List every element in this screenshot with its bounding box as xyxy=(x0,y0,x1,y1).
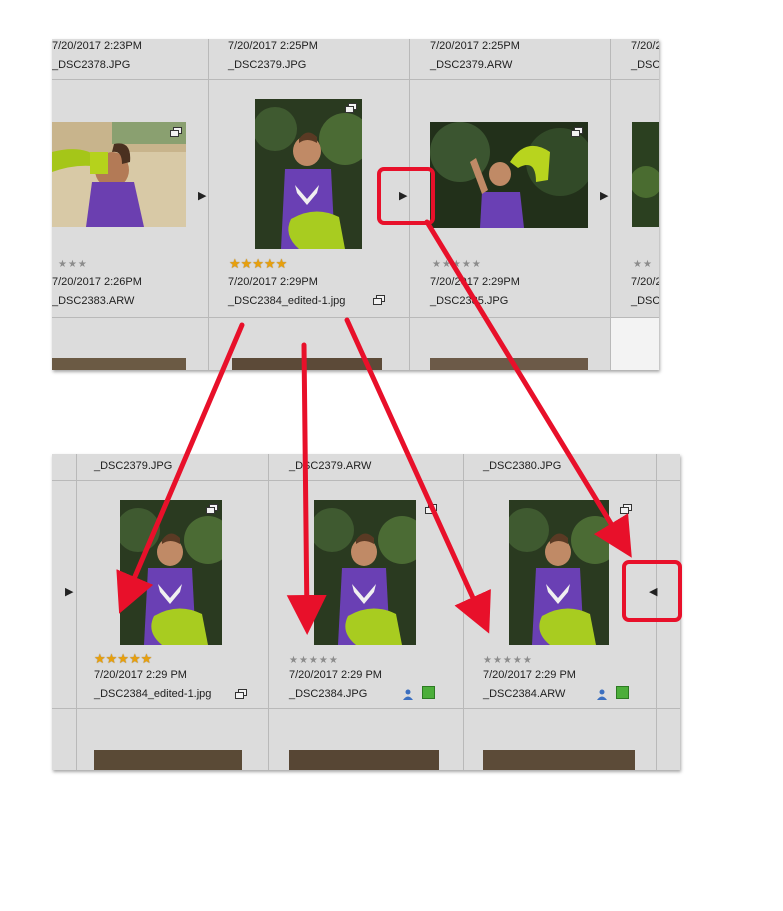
photo-thumbnail[interactable] xyxy=(232,358,382,370)
photo-date: 7/20/2017 2:29 PM xyxy=(94,669,187,681)
photo-date: 7/20/2017 2:25PM xyxy=(430,40,520,52)
star-rating[interactable]: ★★ xyxy=(633,259,653,271)
grid-divider xyxy=(52,79,659,80)
photo-filename: _DSC2384_edited-1.jpg xyxy=(228,295,346,307)
photo-thumbnail[interactable] xyxy=(430,358,588,370)
photo-filename: _DSC2384.ARW xyxy=(483,688,566,700)
photo-date: 7/20/2017 2:23PM xyxy=(52,40,142,52)
photo-filename: _DSC2379.ARW xyxy=(430,59,513,71)
expand-stack-arrow-icon[interactable]: ▶ xyxy=(600,190,608,202)
star-rating[interactable]: ★★★★★ xyxy=(94,652,152,665)
star-rating[interactable]: ★★★★★ xyxy=(289,655,339,667)
empty-cell xyxy=(611,318,659,370)
stack-icon xyxy=(170,127,182,137)
photo-filename: _DSC2383.ARW xyxy=(52,295,135,307)
grid-divider xyxy=(208,39,209,370)
grid-divider xyxy=(52,317,659,318)
photo-date: 7/20/2017 2:25PM xyxy=(228,40,318,52)
photo-date: 7/20/20 xyxy=(631,40,659,52)
photo-date: 7/20/2017 2:29PM xyxy=(228,276,318,288)
stack-icon xyxy=(620,504,632,514)
photo-date: 7/20/2017 xyxy=(631,276,659,288)
photo-filename: _DSC2379.ARW xyxy=(289,460,372,472)
stack-icon xyxy=(425,504,437,514)
photo-date: 7/20/2017 2:29 PM xyxy=(289,669,382,681)
grid-divider xyxy=(52,480,680,481)
photo-date: 7/20/2017 2:26PM xyxy=(52,276,142,288)
star-rating[interactable]: ★★★★★ xyxy=(432,259,482,271)
people-icon xyxy=(596,687,607,700)
expand-stack-arrow-icon[interactable]: ▶ xyxy=(198,190,206,202)
grid-divider xyxy=(52,708,680,709)
photo-filename: _DSC2380.JPG xyxy=(483,460,562,472)
photo-date: 7/20/2017 2:29PM xyxy=(430,276,520,288)
highlight-box-expand xyxy=(377,167,435,225)
photo-thumbnail[interactable] xyxy=(94,750,242,770)
photo-thumbnail[interactable] xyxy=(52,358,186,370)
photo-filename: _DSC2384.JPG xyxy=(289,688,368,700)
people-icon xyxy=(402,687,413,700)
grid-divider xyxy=(463,454,464,770)
photo-filename: _DSC2385.JPG xyxy=(430,295,509,307)
grid-divider xyxy=(268,454,269,770)
photo-filename: _DSC2379.JPG xyxy=(228,59,307,71)
photo-filename: _DSC2379.JPG xyxy=(94,460,173,472)
photo-thumbnail-stack[interactable] xyxy=(120,500,222,645)
version-set-icon xyxy=(422,686,435,699)
photo-thumbnail[interactable] xyxy=(509,500,609,645)
stack-icon xyxy=(373,295,385,305)
photo-thumbnail[interactable] xyxy=(314,500,416,645)
photo-thumbnail[interactable] xyxy=(483,750,635,770)
star-rating[interactable]: ★★★★★ xyxy=(229,257,287,270)
stack-icon xyxy=(571,127,583,137)
stack-icon xyxy=(235,689,247,699)
photo-filename: _DSC xyxy=(631,295,659,307)
photo-thumbnail-stack[interactable] xyxy=(255,99,362,249)
star-rating[interactable]: ★★★★★ xyxy=(483,655,533,667)
version-set-icon xyxy=(616,686,629,699)
photo-thumbnail[interactable] xyxy=(289,750,439,770)
stack-icon xyxy=(206,504,218,514)
top-photo-grid: 7/20/2017 2:23PM _DSC2378.JPG 7/20/2017 … xyxy=(52,39,659,370)
photo-thumbnail[interactable] xyxy=(52,122,186,227)
expand-stack-arrow-icon[interactable]: ▶ xyxy=(65,586,73,598)
photo-thumbnail[interactable] xyxy=(632,122,659,227)
photo-thumbnail[interactable] xyxy=(430,122,588,228)
grid-divider xyxy=(76,454,77,770)
star-rating[interactable]: ★★★ xyxy=(58,259,88,271)
bottom-photo-grid: _DSC2379.JPG _DSC2379.ARW _DSC2380.JPG ▶ xyxy=(52,454,680,770)
photo-filename: _DSC xyxy=(631,59,659,71)
highlight-box-collapse xyxy=(622,560,682,622)
photo-filename: _DSC2384_edited-1.jpg xyxy=(94,688,212,700)
photo-date: 7/20/2017 2:29 PM xyxy=(483,669,576,681)
photo-filename: _DSC2378.JPG xyxy=(52,59,131,71)
stack-icon xyxy=(345,103,357,113)
